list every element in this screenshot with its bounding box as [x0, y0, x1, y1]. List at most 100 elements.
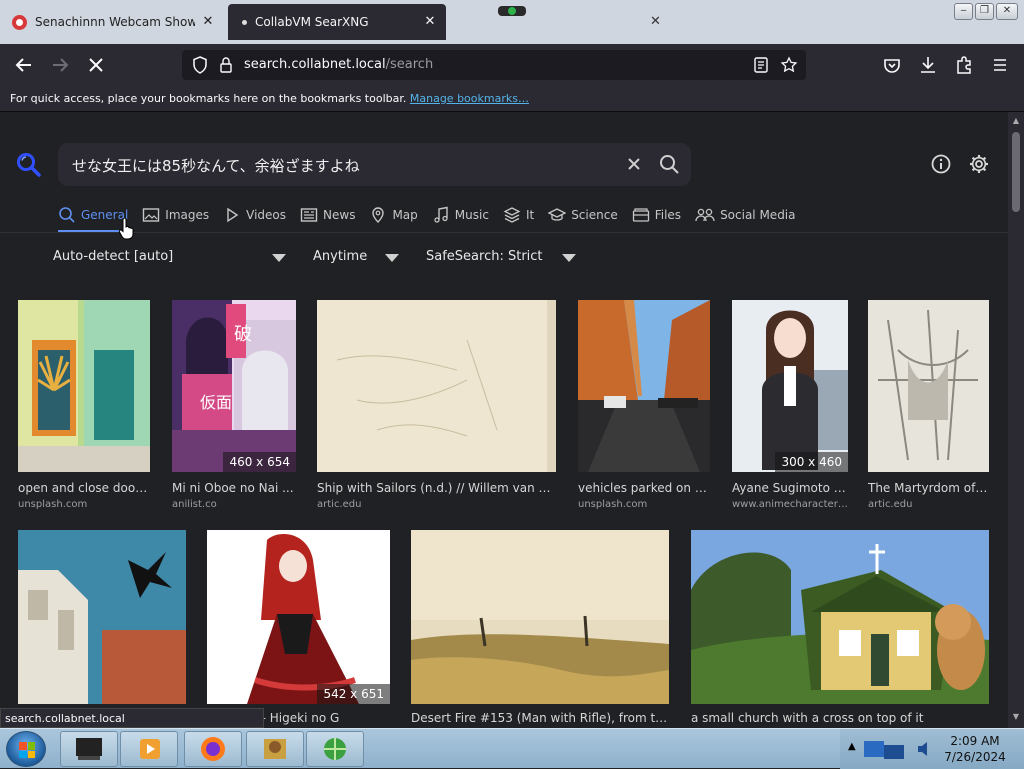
result-title[interactable]: Desert Fire #153 (Man with Rifle), from … [411, 711, 669, 725]
tab-news[interactable]: News [300, 202, 355, 228]
tab-close-icon[interactable]: ✕ [200, 14, 216, 30]
tab-webcam-show[interactable]: Senachinnn Webcam Show | JA ✕ [6, 4, 224, 40]
scroll-down-icon[interactable]: ▼ [1012, 712, 1020, 721]
result-thumbnail[interactable] [732, 300, 848, 472]
tab-searxng[interactable]: CollabVM SearXNG ✕ [228, 4, 446, 40]
layers-icon [503, 207, 521, 223]
taskbar-app-vm[interactable] [60, 731, 118, 767]
maximize-icon[interactable]: ❐ [975, 3, 994, 20]
result-title[interactable]: a small church with a cross on top of it [691, 711, 989, 725]
search-icon [59, 207, 75, 223]
stop-loading-icon[interactable] [84, 53, 108, 77]
dog-box-icon [264, 739, 286, 759]
bookmark-star-icon[interactable] [780, 56, 798, 74]
tab-music[interactable]: Music [432, 202, 489, 228]
result-title[interactable]: Mi ni Oboe no Nai ... [172, 481, 296, 495]
safesearch-select[interactable]: SafeSearch: Strict [426, 249, 576, 264]
taskbar-app-media-player[interactable] [120, 731, 178, 767]
extensions-icon[interactable] [952, 53, 976, 77]
image-result[interactable]: The Martyrdom of ... artic.edu [868, 300, 989, 520]
image-result[interactable]: a small church with a cross on top of it [691, 530, 989, 728]
result-source: artic.edu [317, 499, 362, 510]
taskbar-app-box[interactable] [246, 731, 304, 767]
tab-files[interactable]: Files [632, 202, 681, 228]
tab-map[interactable]: Map [369, 202, 418, 228]
science-icon [548, 208, 567, 221]
tab-close-icon[interactable]: ✕ [422, 14, 438, 30]
tab-social-media[interactable]: Social Media [695, 202, 796, 228]
tab-images[interactable]: Images [142, 202, 209, 228]
computer-icon [76, 738, 102, 760]
page-info-icon[interactable] [218, 56, 234, 74]
newspaper-icon [300, 208, 318, 222]
image-result[interactable]: 542 x 651 yal Ivy - Higeki no G... [207, 530, 390, 728]
scroll-up-icon[interactable]: ▲ [1012, 116, 1020, 125]
image-result[interactable]: 破 仮面 460 x 654 Mi ni Oboe no Nai ... ani… [172, 300, 296, 520]
result-source: unsplash.com [18, 499, 88, 510]
result-thumbnail[interactable] [18, 530, 186, 704]
url-text[interactable]: search.collabnet.local/search [244, 57, 433, 72]
image-result[interactable]: Ship with Sailors (n.d.) // Willem van d… [317, 300, 556, 520]
search-box[interactable]: せな女王には85秒なんて、余裕ざますよね [58, 143, 691, 186]
pocket-icon[interactable] [880, 53, 904, 77]
result-thumbnail[interactable]: 破 仮面 [172, 300, 296, 472]
result-thumbnail[interactable] [868, 300, 989, 472]
cover-text: 仮面 [200, 393, 232, 412]
manage-bookmarks-link[interactable]: Manage bookmarks… [410, 92, 529, 105]
clear-search-icon[interactable] [624, 154, 644, 174]
browser-nav-bar: search.collabnet.local/search [0, 44, 1024, 86]
tray-expand-icon[interactable]: ▲ [848, 741, 856, 752]
language-select[interactable]: Auto-detect [auto] [53, 249, 286, 264]
result-title[interactable]: The Martyrdom of ... [868, 481, 989, 495]
result-thumbnail[interactable] [207, 530, 390, 704]
tab-it[interactable]: It [503, 202, 534, 228]
result-thumbnail[interactable] [578, 300, 710, 472]
time-range-select[interactable]: Anytime [313, 249, 399, 264]
result-thumbnail[interactable] [18, 300, 150, 472]
image-result[interactable]: 300 x 460 Ayane Sugimoto f... www.animec… [732, 300, 848, 520]
search-icon[interactable] [658, 153, 680, 175]
result-title[interactable]: vehicles parked on s... [578, 481, 710, 495]
result-thumbnail[interactable] [691, 530, 989, 704]
minimize-icon[interactable]: ‒ [954, 3, 973, 20]
close-window-icon[interactable]: ✕ [996, 3, 1018, 20]
downloads-icon[interactable] [916, 53, 940, 77]
shield-icon[interactable] [192, 56, 208, 74]
people-icon [695, 208, 715, 222]
info-icon[interactable] [930, 153, 952, 175]
tab-videos[interactable]: Videos [223, 202, 286, 228]
reader-view-icon[interactable] [752, 56, 770, 74]
tab-science[interactable]: Science [548, 202, 618, 228]
taskbar-app-ie[interactable] [306, 731, 364, 767]
url-bar[interactable]: search.collabnet.local/search [182, 50, 806, 80]
browser-tab-bar: Senachinnn Webcam Show | JA ✕ CollabVM S… [0, 0, 1024, 44]
searxng-logo-icon[interactable] [16, 152, 42, 178]
volume-icon[interactable] [916, 739, 932, 759]
image-result[interactable]: vehicles parked on s... unsplash.com [578, 300, 710, 520]
tab-title: Senachinnn Webcam Show | JA [35, 15, 195, 29]
hamburger-menu-icon[interactable] [988, 53, 1012, 77]
result-title[interactable]: Ayane Sugimoto f... [732, 481, 848, 495]
taskbar-app-firefox[interactable] [184, 731, 242, 767]
taskbar-clock[interactable]: 2:09 AM 7/26/2024 [938, 733, 1012, 765]
image-result[interactable]: open and close door... unsplash.com [18, 300, 150, 520]
gear-icon[interactable] [968, 153, 990, 175]
image-icon [143, 208, 160, 222]
start-button[interactable] [6, 731, 46, 767]
forward-arrow-icon[interactable] [48, 53, 72, 77]
result-source: www.animecharactersd... [732, 499, 848, 510]
page-scrollbar[interactable]: ▲ ▼ [1008, 112, 1024, 728]
windows-logo-icon [19, 742, 35, 758]
image-result[interactable]: Desert Fire #153 (Man with Rifle), from … [411, 530, 669, 728]
tab-label: Science [571, 208, 618, 222]
result-thumbnail[interactable] [411, 530, 669, 704]
tab-close-icon[interactable]: ✕ [650, 14, 661, 29]
back-arrow-icon[interactable] [12, 53, 36, 77]
result-title[interactable]: open and close door... [18, 481, 150, 495]
search-query[interactable]: せな女王には85秒なんて、余裕ざますよね [72, 155, 360, 176]
result-title[interactable]: Ship with Sailors (n.d.) // Willem van d… [317, 481, 556, 495]
result-thumbnail[interactable] [317, 300, 556, 472]
image-result[interactable] [18, 530, 186, 728]
network-icon[interactable] [862, 737, 910, 763]
scrollbar-thumb[interactable] [1012, 132, 1020, 212]
